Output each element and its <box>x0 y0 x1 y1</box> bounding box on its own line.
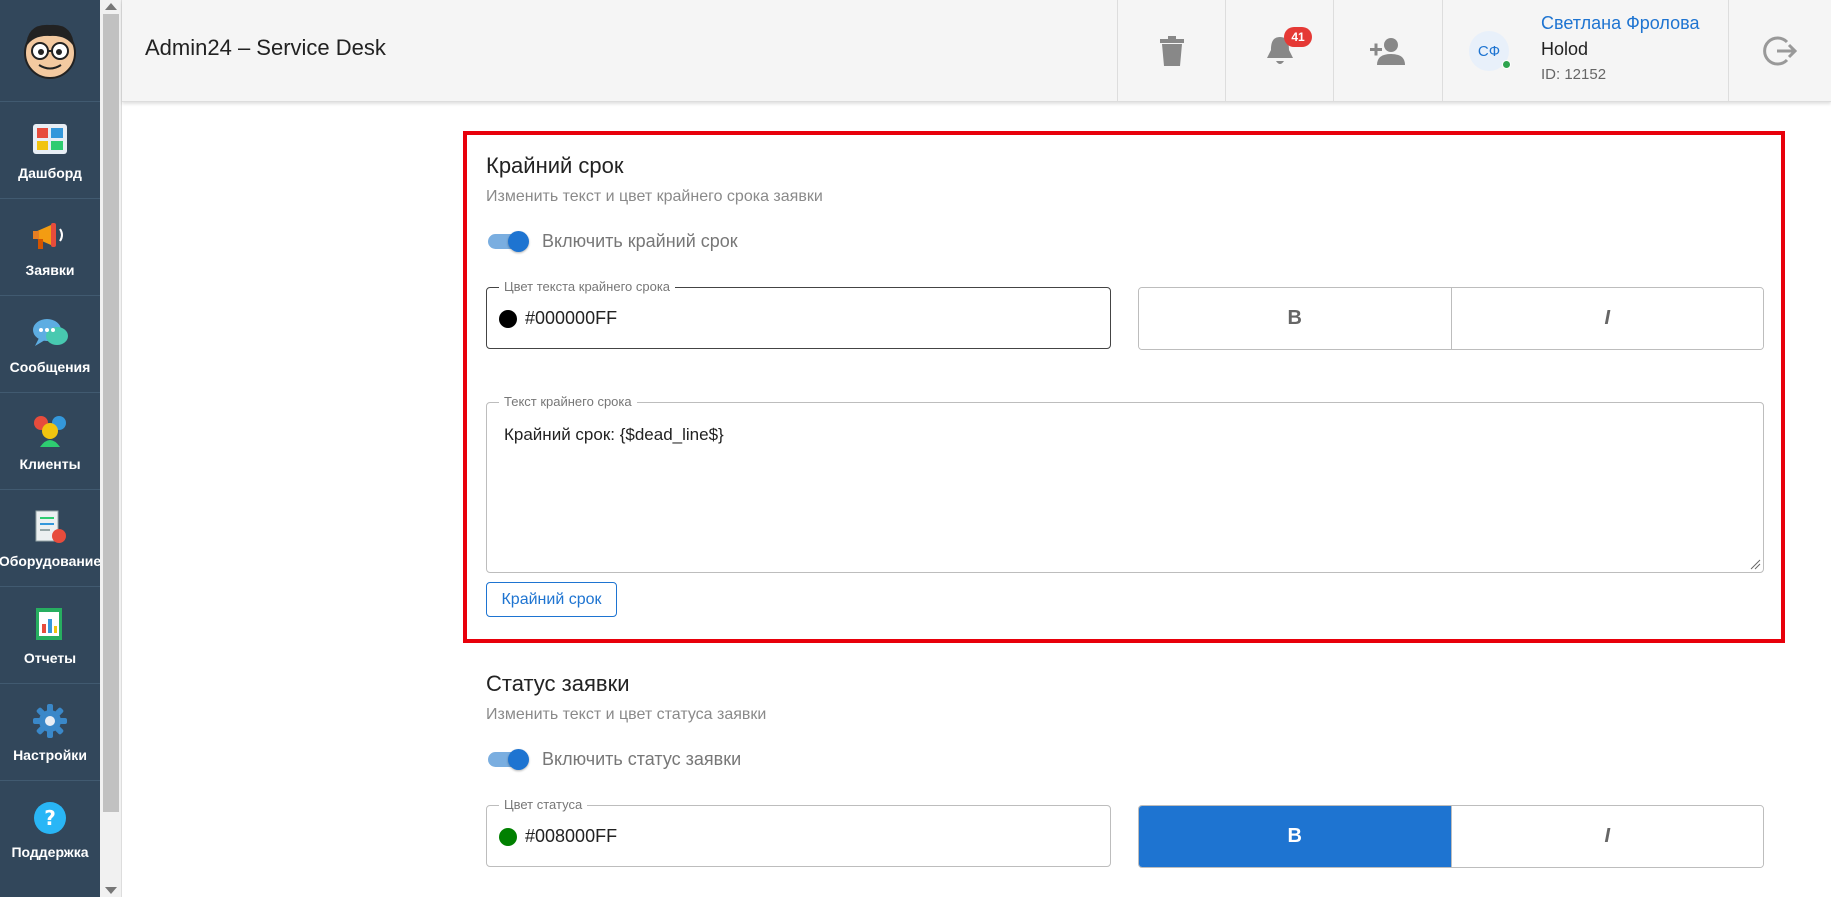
color-swatch[interactable] <box>499 828 517 846</box>
field-label: Цвет статуса <box>499 797 588 812</box>
deadline-section-subtitle: Изменить текст и цвет крайнего срока зая… <box>486 188 823 205</box>
resize-grip-icon[interactable] <box>1749 558 1761 570</box>
cartoon-face-icon <box>24 24 76 79</box>
logo-avatar[interactable] <box>0 0 100 100</box>
status-bold-button[interactable]: B <box>1139 806 1451 867</box>
deadline-style-toggle-group: B I <box>1138 287 1764 350</box>
sidebar-item-label: Настройки <box>13 746 87 763</box>
deadline-toggle[interactable] <box>486 231 529 252</box>
svg-text:?: ? <box>44 806 56 830</box>
status-color-field[interactable]: Цвет статуса #008000FF <box>486 797 1111 867</box>
gear-icon <box>30 701 70 741</box>
page-scrollbar[interactable] <box>100 0 122 897</box>
scroll-thumb[interactable] <box>103 14 119 812</box>
sidebar-item-messages[interactable]: Сообщения <box>0 295 100 391</box>
field-label: Текст крайнего срока <box>499 394 637 409</box>
trash-icon <box>1159 36 1184 66</box>
field-label: Цвет текста крайнего срока <box>499 279 676 294</box>
reports-icon <box>30 604 70 644</box>
status-italic-button[interactable]: I <box>1450 806 1763 867</box>
status-toggle[interactable] <box>486 749 529 770</box>
help-icon: ? <box>30 798 70 838</box>
user-name[interactable]: Светлана Фролова <box>1541 13 1699 34</box>
dashboard-icon <box>30 119 70 159</box>
deadline-bold-button[interactable]: B <box>1139 288 1451 349</box>
top-header: Admin24 – Service Desk 41 СФ Светлана Фр… <box>122 0 1831 102</box>
add-user-icon <box>1369 38 1405 65</box>
sidebar-item-label: Отчеты <box>23 649 77 666</box>
sidebar-item-clients[interactable]: Клиенты <box>0 392 100 488</box>
deadline-text-value: Крайний срок: {$dead_line$} <box>504 425 724 444</box>
sidebar-item-settings[interactable]: Настройки <box>0 683 100 779</box>
deadline-color-value: #000000FF <box>525 308 618 328</box>
sidebar: Дашборд Заявки Сообщения Клиенты Оборудо… <box>0 0 102 897</box>
app-title: Admin24 – Service Desk <box>145 35 386 60</box>
chat-icon <box>30 313 70 353</box>
equipment-icon <box>30 507 70 547</box>
deadline-italic-button[interactable]: I <box>1450 288 1763 349</box>
sidebar-item-equipment[interactable]: Оборудование <box>0 489 102 585</box>
user-id: ID: 12152 <box>1541 66 1607 83</box>
online-status-dot <box>1502 60 1511 69</box>
sidebar-item-label: Заявки <box>25 261 75 278</box>
deadline-toggle-label: Включить крайний срок <box>542 231 738 251</box>
clients-icon <box>30 410 70 450</box>
sidebar-item-reports[interactable]: Отчеты <box>0 586 100 682</box>
logout-icon <box>1763 36 1797 66</box>
deadline-color-field[interactable]: Цвет текста крайнего срока #000000FF <box>486 279 1111 349</box>
sidebar-item-label: Поддержка <box>11 843 89 860</box>
sidebar-item-label: Дашборд <box>18 164 82 181</box>
status-section-title: Статус заявки <box>486 671 630 696</box>
sidebar-item-label: Сообщения <box>9 358 91 375</box>
color-swatch[interactable] <box>499 310 517 328</box>
sidebar-item-support[interactable]: ? Поддержка <box>0 780 100 876</box>
insert-deadline-variable-button[interactable]: Крайний срок <box>486 582 617 617</box>
scroll-down-icon[interactable] <box>105 887 117 894</box>
megaphone-icon <box>30 216 70 256</box>
logout-button[interactable] <box>1728 0 1831 102</box>
add-user-button[interactable] <box>1333 0 1441 102</box>
status-style-toggle-group: B I <box>1138 805 1764 868</box>
deadline-text-field[interactable]: Текст крайнего срока Крайний срок: {$dea… <box>486 394 1764 573</box>
user-org: Holod <box>1541 39 1589 59</box>
deadline-section-title: Крайний срок <box>486 153 624 178</box>
notifications-button[interactable]: 41 <box>1225 0 1333 102</box>
status-color-value: #008000FF <box>525 826 618 846</box>
user-profile[interactable]: СФ Светлана Фролова Holod ID: 12152 <box>1442 0 1728 102</box>
sidebar-item-label: Оборудование <box>0 552 102 569</box>
trash-button[interactable] <box>1117 0 1225 102</box>
sidebar-item-requests[interactable]: Заявки <box>0 198 100 294</box>
scroll-up-icon[interactable] <box>105 3 117 10</box>
status-toggle-label: Включить статус заявки <box>542 749 742 769</box>
notifications-badge: 41 <box>1284 27 1312 47</box>
sidebar-item-label: Клиенты <box>19 455 81 472</box>
sidebar-item-dashboard[interactable]: Дашборд <box>0 101 100 197</box>
status-section-subtitle: Изменить текст и цвет статуса заявки <box>486 706 767 723</box>
